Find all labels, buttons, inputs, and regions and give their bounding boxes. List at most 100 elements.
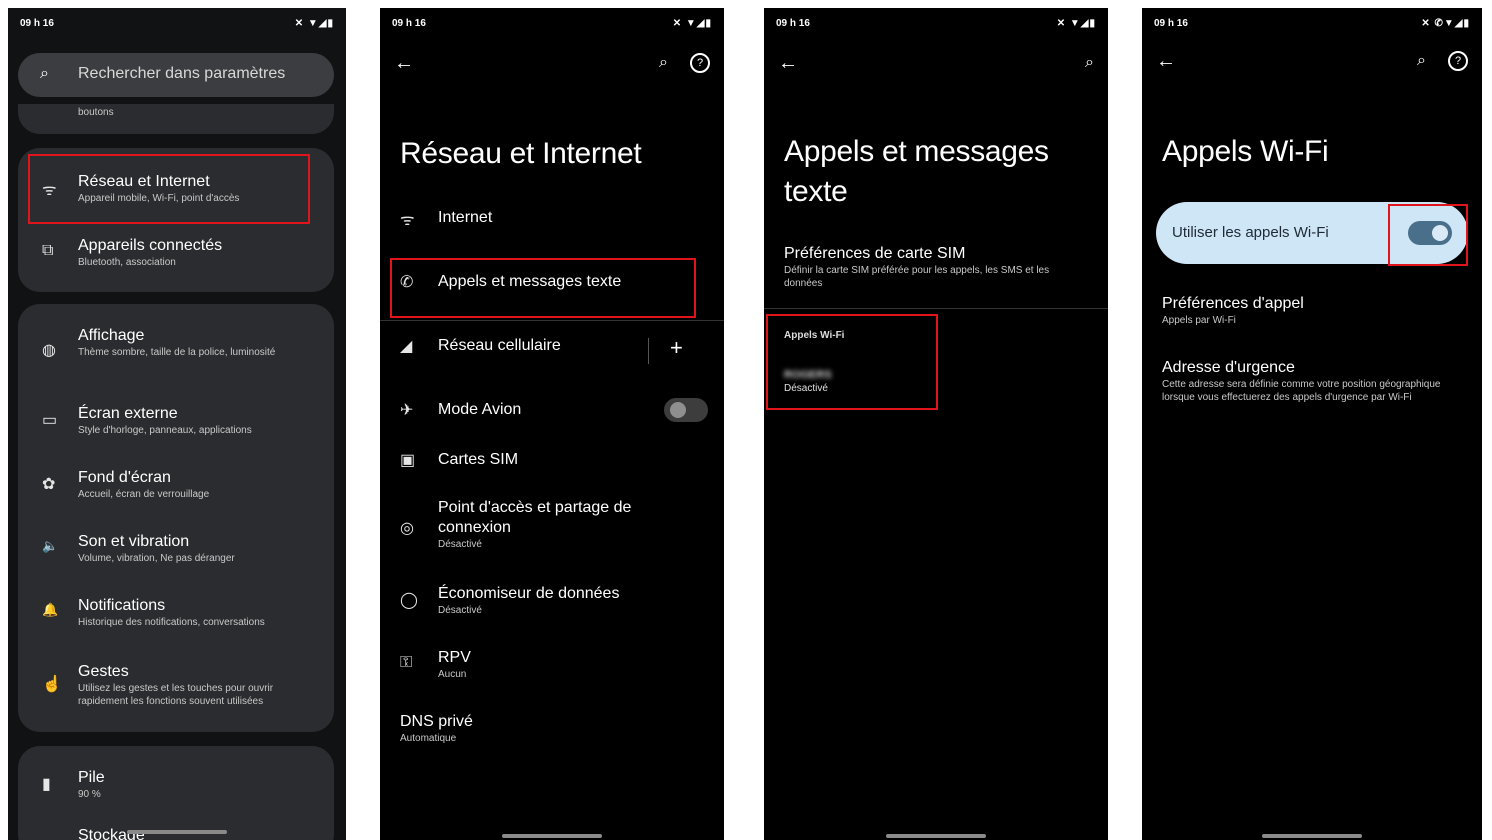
setting-sub: Automatique [400,733,457,744]
setting-vpn[interactable]: ⚿ RPV Aucun [380,648,724,684]
setting-private-dns[interactable]: DNS privé Automatique [380,712,724,748]
gesture-icon: ☝ [42,676,62,693]
help-icon[interactable]: ? [690,53,710,73]
setting-sub: Utilisez les gestes et les touches pour … [78,683,274,707]
highlight-box [390,258,696,318]
setting-sub: Thème sombre, taille de la police, lumin… [78,347,276,358]
highlight-box [1388,204,1468,266]
setting-sim-cards[interactable]: ▣ Cartes SIM [380,450,724,472]
setting-emergency-address[interactable]: Adresse d'urgence Cette adresse sera déf… [1142,358,1482,418]
setting-sub: Désactivé [438,605,482,616]
setting-title: Adresse d'urgence [1162,359,1295,376]
setting-title: Préférences d'appel [1162,295,1304,312]
devices-icon: ⧉ [42,242,54,259]
status-icons: ✕ ▼◢▮ [294,18,334,29]
help-icon[interactable]: ? [1448,51,1468,71]
data-saver-icon: ◯ [400,592,418,609]
setting-hotspot[interactable]: ◎ Point d'accès et partage de connexion … [380,498,724,556]
settings-card-partial: boutons [18,104,334,134]
status-bar: 09 h 16 ✕ ▼◢▮ [776,18,1096,32]
setting-sub: 90 % [78,789,101,800]
setting-sub: Historique des notifications, conversati… [78,617,265,628]
divider [380,320,724,321]
setting-call-preferences[interactable]: Préférences d'appel Appels par Wi-Fi [1142,294,1482,330]
partial-sub: boutons [78,107,114,118]
nav-handle[interactable] [886,834,986,838]
add-network-button[interactable]: + [670,336,683,360]
sim-icon: ▣ [400,452,416,469]
setting-gestures[interactable]: ☝ Gestes Utilisez les gestes et les touc… [18,662,334,718]
airplane-icon: ✈ [400,402,414,419]
status-bar: 09 h 16 ✕ ▼◢▮ [392,18,712,32]
nav-handle[interactable] [1262,834,1362,838]
setting-sound[interactable]: 🔈 Son et vibration Volume, vibration, Ne… [18,532,334,572]
setting-display[interactable]: ◍ Affichage Thème sombre, taille de la p… [18,326,334,372]
nav-handle[interactable] [502,834,602,838]
setting-title: Notifications [78,597,166,614]
setting-internet[interactable]: ᯤ Internet [380,208,724,230]
page-title: Réseau et Internet [400,137,642,170]
setting-data-saver[interactable]: ◯ Économiseur de données Désactivé [380,584,724,620]
setting-sub: Bluetooth, association [78,257,176,268]
page-title: Appels Wi-Fi [1162,135,1329,168]
setting-title: Son et vibration [78,533,190,550]
search-input[interactable]: Rechercher dans paramètres [78,65,285,83]
setting-sub: Cette adresse sera définie comme votre p… [1162,379,1441,403]
status-icons: ✕ ▼◢▮ [1056,18,1096,29]
search-bar[interactable]: ⌕ Rechercher dans paramètres [18,53,334,97]
settings-card-device: ◍ Affichage Thème sombre, taille de la p… [18,304,334,732]
setting-sub: Désactivé [438,539,482,550]
display-icon: ◍ [42,342,56,359]
network-screen: 09 h 16 ✕ ▼◢▮ ← ⌕ ? Réseau et Internet ᯤ… [380,8,724,840]
setting-sub: Appels par Wi-Fi [1162,315,1236,326]
setting-sim-preferences[interactable]: Préférences de carte SIM Définir la cart… [764,244,1108,294]
toggle-knob [670,402,686,418]
setting-title: Affichage [78,327,145,344]
status-icons: ✕ ✆▼◢▮ [1421,18,1470,29]
setting-wallpaper[interactable]: ✿ Fond d'écran Accueil, écran de verroui… [18,468,334,508]
setting-title: Appareils connectés [78,237,223,254]
setting-title: Pile [78,769,105,786]
setting-external-screen[interactable]: ▭ Écran externe Style d'horloge, panneau… [18,404,334,444]
search-icon[interactable]: ⌕ [659,52,668,74]
bell-icon: 🔔 [42,602,59,617]
back-arrow-icon[interactable]: ← [1156,50,1176,72]
setting-connected-devices[interactable]: ⧉ Appareils connectés Bluetooth, associa… [18,236,334,276]
setting-sub: Aucun [438,669,467,680]
setting-title: Économiseur de données [438,585,620,602]
status-time: 09 h 16 [1154,18,1188,29]
settings-screen: 09 h 16 ✕ ▼◢▮ ⌕ Rechercher dans paramètr… [8,8,346,840]
setting-sub: Définir la carte SIM préférée pour les a… [784,265,1050,289]
highlight-box [28,154,310,224]
signal-icon: ◢ [400,338,413,355]
setting-title: DNS privé [400,713,473,730]
wifi-calling-screen: 09 h 16 ✕ ✆▼◢▮ ← ⌕ ? Appels Wi-Fi Utilis… [1142,8,1482,840]
wifi-icon: ᯤ [400,212,415,229]
vpn-key-icon: ⚿ [400,654,413,671]
setting-title: Fond d'écran [78,469,171,486]
setting-sub: Accueil, écran de verrouillage [78,489,210,500]
status-bar: 09 h 16 ✕ ✆▼◢▮ [1154,18,1470,32]
setting-notifications[interactable]: 🔔 Notifications Historique des notificat… [18,596,334,636]
status-bar: 09 h 16 ✕ ▼◢▮ [20,18,334,32]
nav-handle[interactable] [127,830,227,834]
highlight-box [766,314,938,410]
setting-battery[interactable]: ▮ Pile 90 % [18,768,334,808]
search-icon[interactable]: ⌕ [1417,50,1426,72]
search-icon: ⌕ [40,65,49,82]
setting-sub: Style d'horloge, panneaux, applications [78,425,252,436]
page-title: Appels et messages texte [784,135,1049,208]
back-arrow-icon[interactable]: ← [778,52,798,74]
airplane-toggle[interactable] [664,398,708,422]
setting-title: Internet [438,209,493,226]
setting-title: Point d'accès et partage de connexion [438,499,632,536]
search-icon[interactable]: ⌕ [1085,52,1094,74]
toggle-label: Utiliser les appels Wi-Fi [1172,224,1329,241]
setting-title: Cartes SIM [438,451,519,468]
setting-title: Préférences de carte SIM [784,245,966,262]
setting-title: Écran externe [78,405,178,422]
divider [648,338,649,364]
screen-icon: ▭ [42,412,58,429]
setting-sub: Volume, vibration, Ne pas déranger [78,553,235,564]
back-arrow-icon[interactable]: ← [394,52,414,74]
